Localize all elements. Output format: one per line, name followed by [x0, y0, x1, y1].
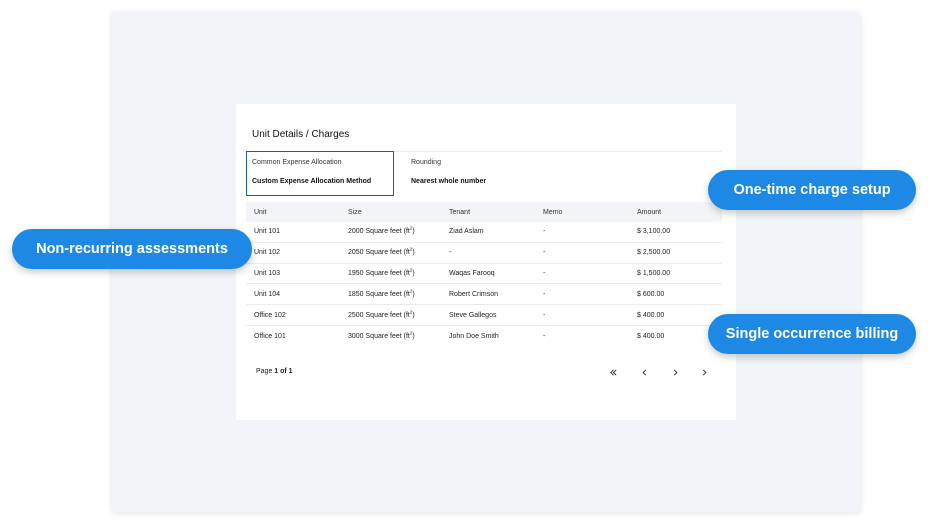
next-page-button[interactable]	[668, 366, 682, 378]
first-page-button[interactable]	[606, 366, 620, 378]
prev-page-button[interactable]	[637, 366, 651, 378]
cell-memo: -	[543, 311, 546, 319]
table-row[interactable]: Unit 102 2050 Square feet (ft2) - - $ 2,…	[246, 243, 722, 264]
cell-memo: -	[543, 249, 546, 257]
callout-one-time-charge: One-time charge setup	[708, 170, 916, 210]
charges-table: Unit Size Tenant Memo Amount Unit 101 20…	[246, 202, 722, 347]
last-page-button[interactable]	[697, 366, 711, 378]
cell-amount: $ 3,100.00	[637, 228, 671, 236]
allocation-field[interactable]	[246, 151, 394, 196]
table-header: Unit Size Tenant Memo Amount	[246, 202, 722, 222]
rounding-value[interactable]: Nearest whole number	[411, 178, 486, 185]
table-row[interactable]: Unit 103 1950 Square feet (ft2) Waqas Fa…	[246, 264, 722, 285]
table-row[interactable]: Office 102 2500 Square feet (ft2) Steve …	[246, 305, 722, 326]
card-title: Unit Details / Charges	[252, 129, 350, 140]
callout-single-occurrence: Single occurrence billing	[708, 314, 916, 354]
cell-tenant: Steve Gallegos	[449, 311, 497, 319]
cell-unit: Unit 102	[254, 249, 281, 257]
cell-amount: $ 400.00	[637, 311, 665, 319]
cell-size: 1950 Square feet (ft2)	[348, 267, 415, 277]
header-tenant: Tenant	[449, 208, 471, 216]
cell-tenant: Ziad Aslam	[449, 228, 484, 236]
cell-size: 2000 Square feet (ft2)	[348, 226, 415, 236]
cell-unit: Office 102	[254, 311, 286, 319]
cell-memo: -	[543, 332, 546, 340]
table-row[interactable]: Unit 101 2000 Square feet (ft2) Ziad Asl…	[246, 222, 722, 243]
cell-tenant: John Doe Smith	[449, 332, 499, 340]
cell-unit: Unit 103	[254, 269, 281, 277]
cell-memo: -	[543, 290, 546, 298]
allocation-label: Common Expense Allocation	[252, 159, 342, 166]
chevron-right-icon	[702, 368, 707, 376]
cell-unit: Office 101	[254, 332, 286, 340]
header-amount: Amount	[637, 208, 662, 216]
cell-tenant: Robert Crimson	[449, 290, 499, 298]
cell-size: 1850 Square feet (ft2)	[348, 288, 415, 298]
cell-size: 2050 Square feet (ft2)	[348, 246, 415, 257]
cell-tenant: -	[449, 249, 452, 257]
callout-non-recurring: Non-recurring assessments	[12, 229, 252, 269]
cell-tenant: Waqas Farooq	[449, 269, 495, 277]
header-size: Size	[348, 208, 362, 216]
cell-memo: -	[543, 228, 546, 236]
header-unit: Unit	[254, 208, 267, 216]
unit-details-card: Unit Details / Charges Common Expense Al…	[236, 104, 736, 420]
chevron-left-icon	[641, 368, 646, 376]
cell-memo: -	[543, 269, 546, 277]
chevron-right-icon	[673, 368, 678, 376]
cell-amount: $ 600.00	[637, 290, 665, 298]
cell-amount: $ 1,500.00	[637, 269, 671, 277]
table-row[interactable]: Unit 104 1850 Square feet (ft2) Robert C…	[246, 284, 722, 306]
cell-unit: Unit 104	[254, 290, 281, 298]
table-row[interactable]: Office 101 3000 Square feet (ft2) John D…	[246, 326, 722, 347]
allocation-value: Custom Expense Allocation Method	[252, 178, 372, 185]
rounding-label: Rounding	[411, 159, 441, 166]
cell-size: 2500 Square feet (ft2)	[348, 309, 415, 319]
cell-unit: Unit 101	[254, 228, 281, 236]
pagination-status: Page 1 of 1	[256, 368, 293, 375]
header-memo: Memo	[543, 208, 563, 216]
cell-size: 3000 Square feet (ft2)	[348, 330, 415, 340]
cell-amount: $ 2,500.00	[637, 249, 671, 257]
double-chevron-left-icon	[609, 368, 617, 376]
